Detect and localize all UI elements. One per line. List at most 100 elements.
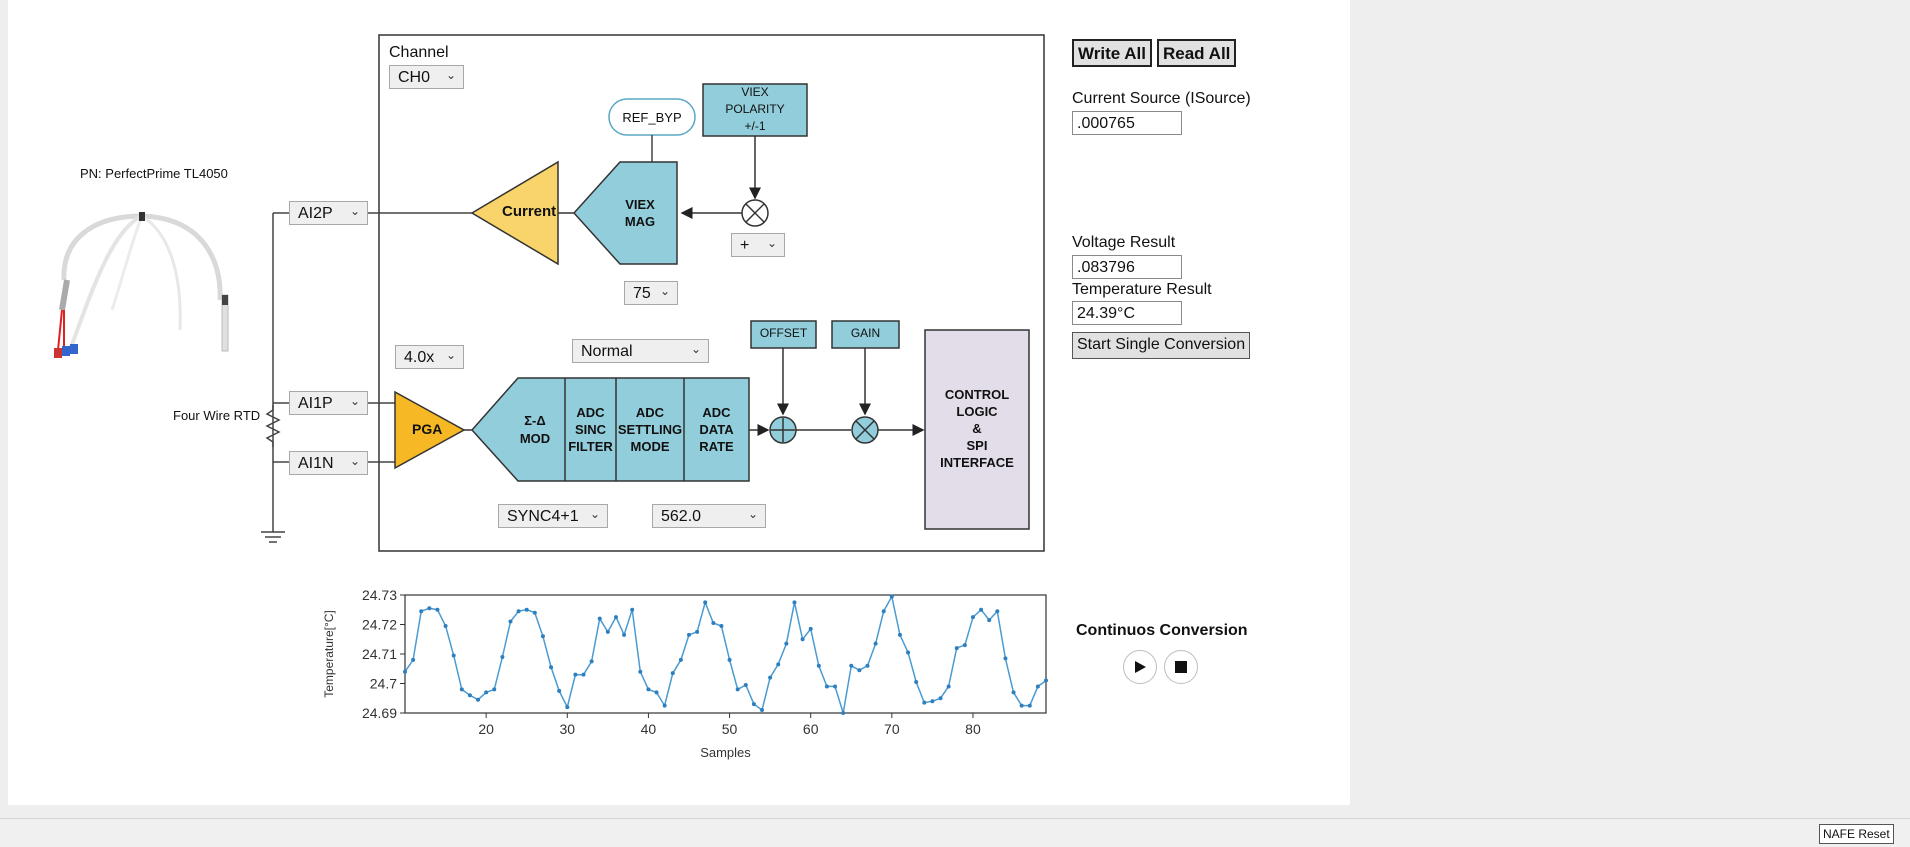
data-point: [962, 643, 967, 648]
data-point: [492, 687, 497, 692]
data-point: [1044, 678, 1048, 683]
x-tick-label: 20: [478, 721, 494, 737]
channel-select[interactable]: CH0 ⌄: [389, 65, 464, 89]
ref-byp-label: REF_BYP: [622, 110, 682, 125]
viex-mag-select[interactable]: 75 ⌄: [624, 281, 678, 305]
rtd-wiring: [261, 212, 472, 543]
y-tick-label: 24.72: [362, 617, 397, 633]
data-point: [1027, 703, 1032, 708]
ai1n-select[interactable]: AI1N ⌄: [289, 451, 368, 475]
data-point: [630, 607, 635, 612]
data-point: [743, 682, 748, 687]
data-point: [500, 654, 505, 659]
data-point: [435, 607, 440, 612]
data-point: [841, 711, 846, 715]
data-point: [824, 684, 829, 689]
settling-mode-select[interactable]: Normal ⌄: [572, 339, 709, 363]
viex-polarity-label: VIEX POLARITY +/-1: [725, 85, 785, 133]
temperature-label: Temperature Result: [1072, 281, 1212, 298]
play-icon: [1135, 661, 1146, 673]
x-axis-label: Samples: [700, 745, 751, 760]
adc-sinc-label: ADC SINC FILTER: [568, 405, 613, 454]
part-number-label: PN: PerfectPrime TL4050: [80, 166, 228, 181]
data-point: [670, 671, 675, 676]
polarity-select[interactable]: + ⌄: [731, 233, 785, 257]
data-point: [565, 705, 570, 710]
ai1p-select[interactable]: AI1P ⌄: [289, 391, 368, 415]
data-point: [695, 629, 700, 634]
stop-button[interactable]: [1164, 650, 1198, 684]
y-tick-label: 24.73: [362, 587, 397, 603]
data-point: [654, 690, 659, 695]
rtd-sensor-image: [54, 212, 229, 358]
data-point: [800, 637, 805, 642]
data-point: [727, 657, 732, 662]
adc-settling-label: ADC SETTLING MODE: [617, 405, 683, 454]
data-point: [476, 697, 481, 702]
data-point: [849, 663, 854, 668]
data-point: [451, 653, 456, 658]
channel-label: Channel: [389, 44, 449, 61]
data-point: [703, 600, 708, 605]
read-all-button[interactable]: Read All: [1157, 39, 1237, 67]
nafe-reset-button[interactable]: NAFE Reset: [1819, 824, 1894, 844]
data-point: [954, 646, 959, 651]
data-point: [946, 684, 951, 689]
data-point: [1035, 684, 1040, 689]
y-tick-label: 24.71: [362, 646, 397, 662]
data-point: [646, 687, 651, 692]
data-point: [540, 634, 545, 639]
data-point: [833, 684, 838, 689]
data-point: [751, 702, 756, 707]
sinc-filter-select[interactable]: SYNC4+1 ⌄: [498, 504, 608, 528]
data-point: [930, 699, 935, 704]
x-tick-label: 70: [884, 721, 900, 737]
play-button[interactable]: [1123, 650, 1157, 684]
data-point: [597, 616, 602, 621]
gain-label: GAIN: [850, 326, 881, 340]
data-point: [865, 663, 870, 668]
adc-rate-label: ADC DATA RATE: [699, 405, 734, 454]
wiring-label: Four Wire RTD: [173, 408, 261, 423]
data-point: [857, 668, 862, 673]
isource-label: Current Source (ISource): [1072, 90, 1251, 107]
data-point: [508, 619, 513, 624]
x-tick-label: 80: [965, 721, 981, 737]
chevron-down-icon: ⌄: [766, 236, 777, 250]
data-point: [549, 665, 554, 670]
offset-label: OFFSET: [759, 326, 808, 340]
data-point: [881, 609, 886, 614]
chevron-down-icon: ⌄: [445, 348, 456, 362]
data-point: [524, 607, 529, 612]
x-tick-label: 40: [641, 721, 657, 737]
y-tick-label: 24.7: [370, 676, 397, 692]
data-point: [678, 657, 683, 662]
data-point: [897, 632, 902, 637]
data-point: [613, 615, 618, 620]
temperature-field[interactable]: 24.39°C: [1072, 301, 1182, 325]
start-single-conversion-button[interactable]: Start Single Conversion: [1072, 332, 1251, 359]
y-axis-label: Temperature[°C]: [322, 610, 336, 698]
data-point: [419, 609, 424, 614]
ai2p-select[interactable]: AI2P ⌄: [289, 201, 368, 225]
isource-field[interactable]: .000765: [1072, 111, 1182, 135]
chevron-down-icon: ⌄: [349, 454, 360, 468]
data-point: [784, 641, 789, 646]
data-point: [662, 703, 667, 708]
data-point: [484, 690, 489, 695]
pga-gain-select[interactable]: 4.0x ⌄: [395, 345, 464, 369]
data-point: [467, 693, 472, 698]
data-rate-select[interactable]: 562.0 ⌄: [652, 504, 766, 528]
data-point: [459, 687, 464, 692]
chevron-down-icon: ⌄: [349, 394, 360, 408]
voltage-field[interactable]: .083796: [1072, 255, 1182, 279]
viex-mag-label: VIEX MAG: [624, 197, 656, 229]
chevron-down-icon: ⌄: [349, 204, 360, 218]
write-all-button[interactable]: Write All: [1072, 39, 1153, 67]
data-point: [532, 610, 537, 615]
data-point: [443, 623, 448, 628]
data-point: [1019, 703, 1024, 708]
data-point: [776, 662, 781, 667]
y-tick-label: 24.69: [362, 705, 397, 721]
data-point: [995, 609, 1000, 614]
